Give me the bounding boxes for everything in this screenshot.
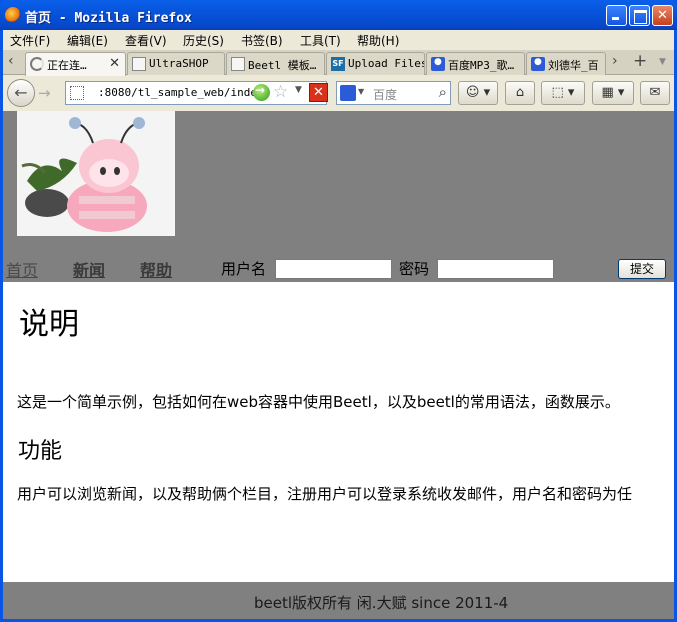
features-text: 用户可以浏览新闻，以及帮助俩个栏目，注册用户可以登录系统收发邮件，用户名和密码为… — [17, 485, 633, 503]
tab-label: 刘德华_百 — [548, 59, 599, 72]
chevron-left-icon[interactable]: ‹ — [8, 53, 14, 69]
tab-label: 百度MP3_歌… — [448, 59, 515, 72]
url-text[interactable]: :8080/tl_sample_web/index — [98, 86, 264, 99]
page-title: 说明 — [19, 307, 79, 342]
url-dropdown-icon[interactable]: ▼ — [295, 85, 302, 95]
menu-help[interactable]: 帮助(H) — [357, 32, 399, 49]
close-icon: ✕ — [657, 8, 668, 23]
menu-file[interactable]: 文件(F) — [10, 32, 50, 49]
bee-doll-picture — [17, 111, 175, 236]
go-icon[interactable] — [253, 83, 270, 101]
nav-news-link[interactable]: 新闻 — [73, 257, 105, 281]
addon-button[interactable]: ☺ ▾ — [458, 81, 498, 105]
mail-button[interactable]: ✉ — [640, 81, 670, 105]
chevron-right-icon[interactable]: › — [612, 53, 618, 69]
tab-label: 正在连… — [47, 59, 87, 72]
site-identity-icon[interactable] — [70, 86, 84, 100]
menu-view[interactable]: 查看(V) — [125, 32, 167, 49]
sf-icon: SF — [331, 57, 345, 71]
engine-dropdown-icon[interactable]: ▼ — [358, 87, 364, 96]
page-header: 首页 新闻 帮助 用户名 密码 提交 — [3, 111, 674, 282]
window-title: 首页 - Mozilla Firefox — [25, 11, 192, 26]
minimize-button[interactable] — [606, 5, 627, 26]
screenshot-icon: ⬚ ▾ — [551, 85, 575, 100]
apps-icon: ▦ ▾ — [601, 85, 625, 100]
mail-icon: ✉ — [649, 85, 661, 100]
footer-text: beetl版权所有 闲.大赋 since 2011-4 — [254, 594, 509, 612]
password-field[interactable] — [437, 259, 554, 279]
search-icon[interactable]: ⌕ — [439, 83, 447, 101]
browser-window: 首页 - Mozilla Firefox ✕ 文件(F) 编辑(E) 查看(V)… — [0, 0, 677, 622]
page-icon — [231, 57, 245, 71]
menu-bar: 文件(F) 编辑(E) 查看(V) 历史(S) 书签(B) 工具(T) 帮助(H… — [3, 30, 674, 49]
nav-home-link[interactable]: 首页 — [6, 257, 38, 281]
tab-beetl[interactable]: Beetl 模板… — [226, 52, 325, 75]
title-bar[interactable]: 首页 - Mozilla Firefox ✕ — [0, 0, 677, 30]
tab-list-icon[interactable]: ▼ — [659, 57, 666, 67]
menu-tools[interactable]: 工具(T) — [300, 32, 341, 49]
url-bar[interactable]: :8080/tl_sample_web/index ☆ ▼ ✕ — [65, 81, 328, 105]
firefox-icon — [5, 7, 21, 23]
maximize-button[interactable] — [629, 5, 650, 26]
menu-history[interactable]: 历史(S) — [183, 32, 224, 49]
intro-text: 这是一个简单示例，包括如何在web容器中使用Beetl，以及beetl的常用语法… — [17, 393, 620, 411]
features-heading: 功能 — [18, 439, 63, 464]
home-button[interactable]: ⌂ — [505, 81, 535, 105]
username-label: 用户名 — [221, 260, 267, 278]
tab-label: UltraSHOP — [149, 57, 209, 70]
minimize-icon — [607, 6, 626, 25]
home-icon: ⌂ — [515, 85, 525, 100]
search-placeholder: 百度 — [373, 88, 398, 102]
page-footer: beetl版权所有 闲.大赋 since 2011-4 — [3, 582, 674, 619]
menu-edit[interactable]: 编辑(E) — [67, 32, 108, 49]
baidu-paw-icon — [431, 57, 445, 71]
tab-strip: ‹ 正在连… ✕ UltraSHOP Beetl 模板… SF Upload F… — [3, 50, 674, 76]
apps-button[interactable]: ▦ ▾ — [592, 81, 634, 105]
submit-button[interactable]: 提交 — [618, 259, 666, 279]
tab-ultrashop[interactable]: UltraSHOP — [127, 52, 225, 75]
logo-image — [17, 111, 175, 236]
bookmark-star-icon[interactable]: ☆ — [273, 82, 288, 102]
tab-label: Beetl 模板… — [248, 59, 317, 72]
tab-label: Upload Files — [348, 57, 425, 70]
username-field[interactable] — [275, 259, 392, 279]
tab-upload-files[interactable]: SF Upload Files — [326, 52, 425, 75]
search-bar[interactable]: ▼ 百度 ⌕ — [336, 81, 451, 105]
close-tab-icon[interactable]: ✕ — [109, 56, 120, 71]
navigation-toolbar: ← → :8080/tl_sample_web/index ☆ ▼ ✕ ▼ 百度… — [3, 76, 674, 110]
new-tab-icon[interactable]: + — [633, 51, 647, 71]
password-label: 密码 — [399, 260, 430, 278]
nav-help-link[interactable]: 帮助 — [140, 257, 172, 281]
tab-loading[interactable]: 正在连… ✕ — [25, 52, 126, 76]
stop-icon[interactable]: ✕ — [309, 83, 328, 102]
page-viewport: 首页 新闻 帮助 用户名 密码 提交 说明 这是一个简单示例，包括如何在web容… — [3, 111, 674, 619]
baidu-paw-icon — [531, 57, 545, 71]
tab-baidu-mp3[interactable]: 百度MP3_歌… — [426, 52, 525, 75]
menu-bookmarks[interactable]: 书签(B) — [241, 32, 283, 49]
maximize-icon — [630, 6, 649, 25]
back-forward-group: ← → — [7, 79, 57, 107]
browser-chrome: 文件(F) 编辑(E) 查看(V) 历史(S) 书签(B) 工具(T) 帮助(H… — [3, 30, 674, 619]
tab-liudehua[interactable]: 刘德华_百 — [526, 52, 606, 75]
screenshot-button[interactable]: ⬚ ▾ — [541, 81, 585, 105]
smiley-icon: ☺ ▾ — [465, 85, 491, 100]
back-button[interactable]: ← — [7, 79, 35, 107]
page-icon — [132, 57, 146, 71]
forward-button[interactable]: → — [38, 84, 51, 102]
search-engine-icon[interactable] — [340, 85, 356, 101]
close-button[interactable]: ✕ — [652, 5, 673, 26]
loading-icon — [30, 57, 44, 71]
